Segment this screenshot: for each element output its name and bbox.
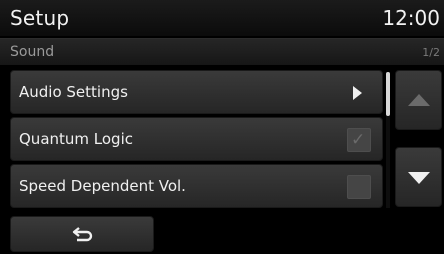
quantum-logic-checkbox[interactable]: ✓ <box>347 128 371 152</box>
arrow-right-icon <box>353 86 362 100</box>
menu-item-label: Quantum Logic <box>19 130 133 148</box>
quantum-logic-item[interactable]: Quantum Logic ✓ <box>10 117 383 161</box>
menu-item-label: Audio Settings <box>19 83 128 101</box>
back-button[interactable] <box>10 216 154 252</box>
menu-item-label: Speed Dependent Vol. <box>19 177 186 195</box>
triangle-down-icon <box>408 172 430 184</box>
section-title: Sound <box>10 44 55 60</box>
audio-settings-item[interactable]: Audio Settings <box>10 70 383 114</box>
page-title: Setup <box>10 6 70 30</box>
scrollbar-track <box>386 72 390 208</box>
triangle-up-icon <box>408 94 430 106</box>
speed-dependent-vol-checkbox[interactable] <box>347 175 371 199</box>
header-bar: Setup 12:00 <box>0 0 444 36</box>
back-arrow-icon <box>72 227 93 242</box>
scroll-down-button[interactable] <box>395 147 442 207</box>
subheader-bar: Sound 1/2 <box>0 38 444 65</box>
setup-screen: Setup 12:00 Sound 1/2 Audio Settings Qua… <box>0 0 444 254</box>
clock: 12:00 <box>382 6 440 30</box>
page-indicator: 1/2 <box>422 46 440 59</box>
speed-dependent-vol-item[interactable]: Speed Dependent Vol. <box>10 164 383 208</box>
checkmark-icon: ✓ <box>351 130 366 150</box>
scrollbar-thumb[interactable] <box>386 72 390 116</box>
scroll-up-button[interactable] <box>395 70 442 130</box>
